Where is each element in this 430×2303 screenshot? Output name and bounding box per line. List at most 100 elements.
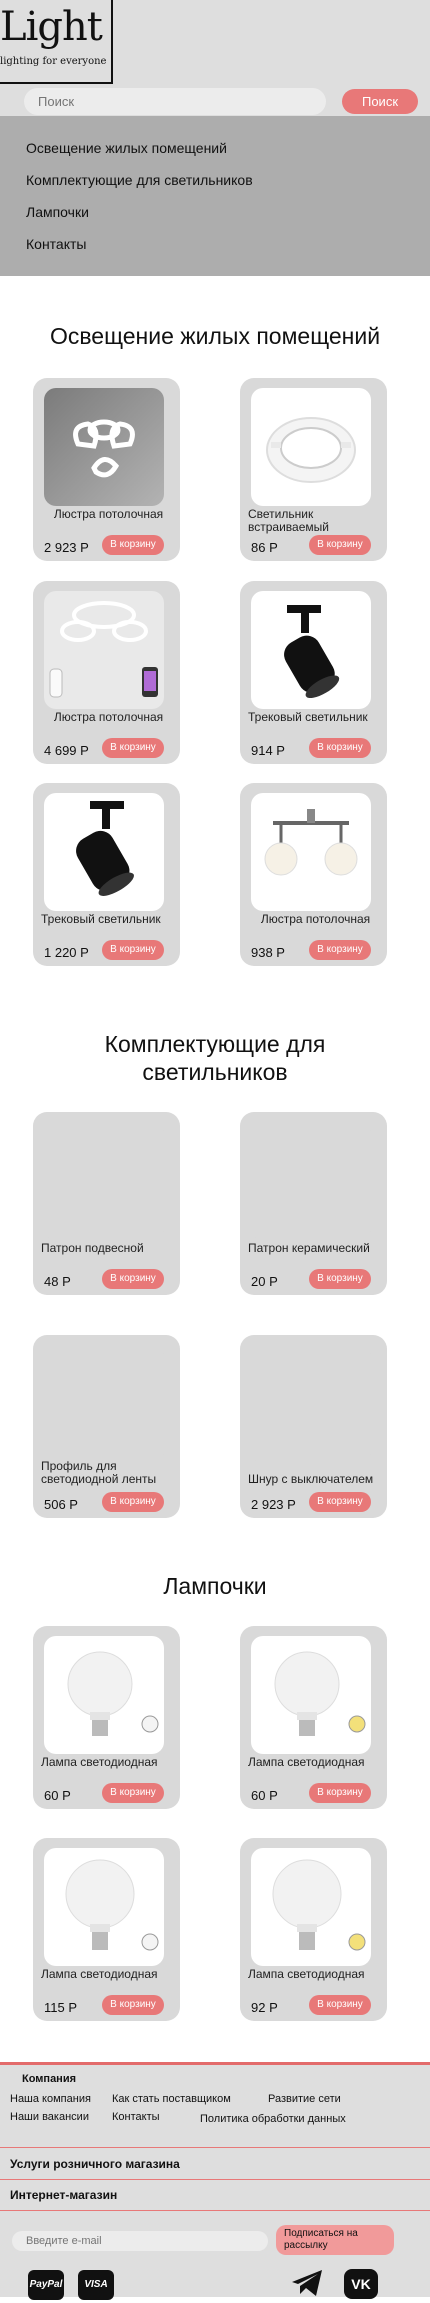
product-price: 20 Р [251,1274,278,1289]
search-input[interactable] [24,88,326,115]
product-price: 1 220 Р [44,945,89,960]
product-name: Лампа светодиодная [41,1967,158,1981]
section-title-bulbs: Лампочки [163,1573,267,1599]
product-name: Патрон подвесной [41,1241,144,1255]
product-card[interactable]: Патрон керамический 20 Р В корзину [240,1112,387,1295]
nav-item-components[interactable]: Комплектующие для светильников [0,164,430,196]
add-to-cart-button[interactable]: В корзину [102,738,164,758]
visa-logo: VISA [78,2270,114,2300]
product-name: Профиль для светодиодной ленты [41,1459,157,1486]
led-bulb-image [251,1848,371,1966]
footer-link-become-supplier[interactable]: Как стать поставщиком [112,2093,231,2105]
ceiling-chandelier-image [44,388,164,506]
product-name: Люстра потолочная [53,710,164,724]
footer-link-privacy-policy[interactable]: Политика обработки данных [200,2113,346,2125]
logo-subtitle: lighting for everyone [0,56,107,67]
section-title-components: Комплектующие для светильников [104,1031,326,1085]
product-price: 115 Р [44,2000,78,2015]
product-name: Лампа светодиодная [41,1755,158,1769]
logo[interactable]: Light lighting for everyone [0,0,113,84]
led-bulb-image [251,1636,371,1754]
product-name: Люстра потолочная [260,912,371,926]
product-price: 92 Р [251,2000,278,2015]
add-to-cart-button[interactable]: В корзину [309,1995,371,2015]
led-bulb-image [44,1636,164,1754]
product-price: 86 Р [251,540,278,555]
product-card[interactable]: Люстра потолочная 938 Р В корзину [240,783,387,966]
product-image-placeholder [44,1122,164,1240]
product-price: 4 699 Р [44,743,89,758]
add-to-cart-button[interactable]: В корзину [309,1269,371,1289]
product-name: Шнур с выключателем [248,1472,374,1486]
product-card[interactable]: Лампа светодиодная 60 Р В корзину [240,1626,387,1809]
product-card[interactable]: Светильник встраиваемый 86 Р В корзину [240,378,387,561]
product-name: Трековый светильник [41,912,161,926]
add-to-cart-button[interactable]: В корзину [309,1783,371,1803]
product-card[interactable]: Патрон подвесной 48 Р В корзину [33,1112,180,1295]
ceiling-chandelier-image [251,793,371,911]
add-to-cart-button[interactable]: В корзину [309,535,371,555]
footer-link-our-company[interactable]: Наша компания [10,2093,91,2105]
product-card[interactable]: Профиль для светодиодной ленты 506 Р В к… [33,1335,180,1518]
add-to-cart-button[interactable]: В корзину [102,1269,164,1289]
add-to-cart-button[interactable]: В корзину [309,940,371,960]
track-light-image [44,793,164,911]
add-to-cart-button[interactable]: В корзину [102,940,164,960]
add-to-cart-button[interactable]: В корзину [102,1995,164,2015]
product-name: Лампа светодиодная [248,1755,365,1769]
product-card[interactable]: Шнур с выключателем 2 923 Р В корзину [240,1335,387,1518]
ceiling-chandelier-image [44,591,164,709]
header: Light lighting for everyone [0,0,430,88]
product-card[interactable]: Лампа светодиодная 60 Р В корзину [33,1626,180,1809]
product-card[interactable]: Лампа светодиодная 115 Р В корзину [33,1838,180,2021]
nav-item-residential-lighting[interactable]: Освещение жилых помещений [0,132,430,164]
add-to-cart-button[interactable]: В корзину [102,1783,164,1803]
product-image-placeholder [251,1122,371,1240]
product-price: 506 Р [44,1497,78,1512]
product-card[interactable]: Люстра потолочная 4 699 Р В корзину [33,581,180,764]
footer-link-network-growth[interactable]: Развитие сети [268,2093,341,2105]
product-card[interactable]: Трековый светильник 914 Р В корзину [240,581,387,764]
product-name: Лампа светодиодная [248,1967,365,1981]
search-button[interactable]: Поиск [342,89,418,114]
main-nav: Освещение жилых помещений Комплектующие … [0,116,430,276]
nav-item-bulbs[interactable]: Лампочки [0,196,430,228]
product-name: Светильник встраиваемый [248,507,329,534]
footer-retail-services[interactable]: Услуги розничного магазина [10,2157,180,2171]
product-card[interactable]: Люстра потолочная 2 923 Р В корзину [33,378,180,561]
add-to-cart-button[interactable]: В корзину [102,535,164,555]
product-price: 914 Р [251,743,285,758]
product-price: 2 923 Р [44,540,89,555]
footer-link-vacancies[interactable]: Наши вакансии [10,2111,89,2123]
product-name: Патрон керамический [248,1241,370,1255]
product-name: Люстра потолочная [53,507,164,521]
product-card[interactable]: Трековый светильник 1 220 Р В корзину [33,783,180,966]
footer-divider [0,2147,430,2148]
add-to-cart-button[interactable]: В корзину [102,1492,164,1512]
section-title-residential: Освещение жилых помещений [49,323,381,349]
subscribe-button[interactable]: Подписаться на рассылку [276,2225,394,2255]
paypal-logo: PayPal [28,2270,64,2300]
product-card[interactable]: Лампа светодиодная 92 Р В корзину [240,1838,387,2021]
add-to-cart-button[interactable]: В корзину [309,1492,371,1512]
product-image-placeholder [44,1345,164,1463]
nav-item-contacts[interactable]: Контакты [0,228,430,260]
footer: Компания Наша компания Как стать поставщ… [0,2062,430,2300]
footer-link-contacts[interactable]: Контакты [112,2111,160,2123]
led-bulb-image [44,1848,164,1966]
add-to-cart-button[interactable]: В корзину [309,738,371,758]
vk-icon[interactable]: VK [344,2269,378,2299]
footer-divider [0,2210,430,2211]
footer-divider [0,2179,430,2180]
product-price: 938 Р [251,945,285,960]
logo-text: Light [0,4,103,50]
product-price: 2 923 Р [251,1497,296,1512]
footer-company-heading: Компания [22,2073,77,2085]
footer-online-store[interactable]: Интернет-магазин [10,2188,117,2202]
product-price: 48 Р [44,1274,71,1289]
track-light-image [251,591,371,709]
recessed-light-image [251,388,371,506]
telegram-icon[interactable] [290,2268,324,2298]
email-field[interactable] [12,2231,268,2251]
product-price: 60 Р [44,1788,71,1803]
